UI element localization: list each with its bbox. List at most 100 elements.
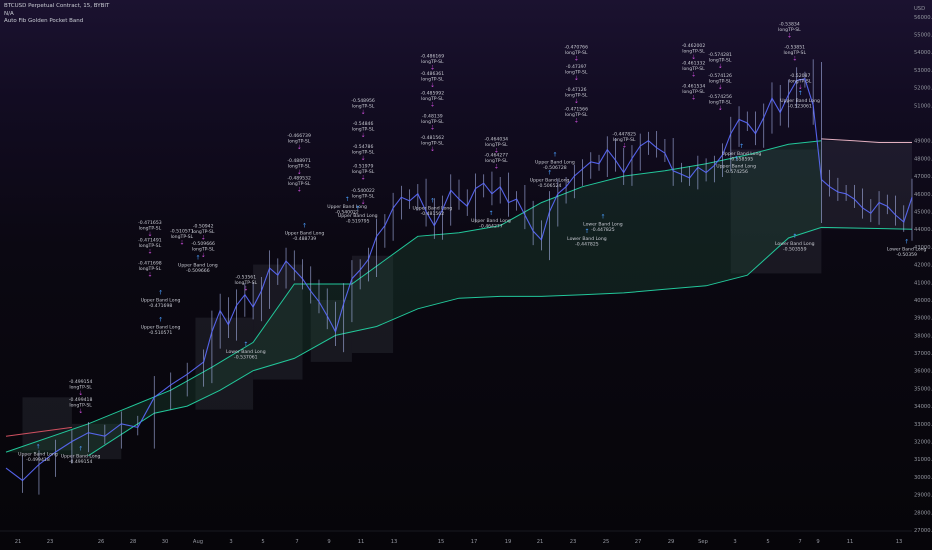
x-tick-label: 23 — [47, 539, 54, 545]
signal-value-label: -0.503559 — [783, 247, 807, 253]
signal-value-label: -0.574281 — [708, 52, 732, 58]
signal-value-label: -0.574256 — [724, 169, 748, 175]
signal-value-label: -0.464034 — [485, 137, 509, 143]
down-arrow-icon: ⇣ — [622, 142, 627, 149]
signal-sl-28: -0.485992longTP-SL⇣ — [421, 91, 445, 109]
signal-value-label: -0.50359 — [896, 252, 917, 258]
x-tick-label: 3 — [733, 539, 736, 545]
x-tick-label: 9 — [327, 539, 330, 545]
signal-value-label: -0.447825 — [612, 131, 636, 137]
x-tick-label: 7 — [295, 539, 298, 545]
down-arrow-icon: ⇣ — [718, 84, 723, 91]
up-arrow-icon: ↑ — [195, 254, 200, 261]
signal-sl-41: -0.447825longTP-SL⇣ — [612, 131, 636, 149]
signal-text-label: Upper Band Long — [18, 452, 58, 458]
x-tick-label: 5 — [261, 539, 264, 545]
signal-value-label: -0.485992 — [421, 91, 445, 97]
x-tick-label: 23 — [570, 539, 577, 545]
y-tick-label: 41000.0 — [914, 280, 932, 286]
y-tick-label: 32000.0 — [914, 440, 932, 446]
signal-value-label: -0.464277 — [479, 224, 503, 230]
signal-value-label: -0.519795 — [346, 218, 370, 224]
price-chart[interactable]: -0.499154longTP-SL⇣-0.499418longTP-SL⇣↑U… — [0, 0, 932, 550]
signal-value-label: -0.447825 — [575, 241, 599, 247]
signal-value-label: -0.574126 — [708, 73, 732, 79]
legend-symbol[interactable]: BTCUSD Perpetual Contract, 15, BYBIT — [4, 3, 109, 11]
signal-sl-23: -0.540022longTP-SL⇣ — [351, 188, 375, 206]
signal-long-39: ↑Upper Band Long-0.506728 — [535, 152, 575, 172]
legend-indicator-2[interactable]: Auto Fib Golden Pocket Band — [4, 18, 109, 26]
y-tick-label: 39000.0 — [914, 316, 932, 322]
signal-sl-1: -0.499418longTP-SL⇣ — [69, 397, 93, 415]
y-tick-label: 42000.0 — [914, 263, 932, 269]
x-tick-label: 3 — [229, 539, 232, 545]
up-arrow-icon: ↑ — [430, 198, 435, 205]
up-arrow-icon: ↑ — [798, 90, 803, 97]
signal-value-label: -0.461534 — [682, 84, 706, 90]
signal-value-label: -0.471566 — [564, 107, 588, 113]
signal-value-label: -0.471491 — [138, 238, 162, 244]
chart-root[interactable]: -0.499154 longTP-SL ⇣ -0.499418 longTP-SL ⇣ ↑ U… — [0, 0, 932, 550]
down-arrow-icon: ⇣ — [430, 102, 435, 109]
y-tick-label: 34000.0 — [914, 404, 932, 410]
x-tick-label: 21 — [537, 539, 544, 545]
signal-value-label: -0.462002 — [682, 43, 706, 49]
signal-sl-44: -0.462002longTP-SL⇣ — [682, 43, 706, 61]
x-tick-label: 21 — [15, 539, 22, 545]
signal-text-label: Upper Band Long — [327, 204, 367, 210]
signal-sl-46: -0.461534longTP-SL⇣ — [682, 84, 706, 102]
x-tick-label: 29 — [668, 539, 675, 545]
y-tick-label: 37000.0 — [914, 351, 932, 357]
signal-value-label: -0.574256 — [708, 94, 732, 100]
signal-value-label: -0.499418 — [26, 457, 50, 463]
signal-value-label: -0.523061 — [788, 103, 812, 109]
up-arrow-icon: ↑ — [547, 169, 552, 176]
signal-long-8: ↑Upper Band Long-0.471698 — [141, 290, 181, 310]
signal-text-label: Upper Band Long — [141, 324, 181, 330]
signal-sl-9: -0.510571longTP-SL⇣ — [170, 229, 194, 247]
legend-indicator-1[interactable]: N/A — [4, 11, 109, 19]
down-arrow-icon: ⇣ — [691, 95, 696, 102]
up-arrow-icon: ↑ — [355, 205, 360, 212]
legend: BTCUSD Perpetual Contract, 15, BYBIT N/A… — [4, 3, 109, 26]
down-arrow-icon: ⇣ — [494, 164, 499, 171]
x-tick-label: 13 — [896, 539, 903, 545]
up-arrow-icon: ↑ — [158, 290, 163, 297]
signal-long-40: ↑Upper Band Long-0.506524 — [530, 169, 570, 189]
signal-text-label: Upper Band Long — [61, 453, 101, 459]
signal-sl-53: -0.53851longTP-SL⇣ — [783, 45, 806, 63]
down-arrow-icon: ⇣ — [147, 272, 152, 279]
signal-value-label: -0.489532 — [287, 176, 311, 182]
y-tick-label: 46000.0 — [914, 192, 932, 198]
down-arrow-icon: ⇣ — [147, 231, 152, 238]
signal-long-7: ↑Upper Band Long-0.510571 — [141, 316, 181, 336]
x-tick-label: Aug — [193, 539, 203, 545]
down-arrow-icon: ⇣ — [430, 125, 435, 132]
x-tick-label: 28 — [130, 539, 137, 545]
signal-value-label: -0.53561 — [235, 275, 256, 281]
signal-value-label: -0.537061 — [234, 355, 258, 361]
up-arrow-icon: ↑ — [792, 233, 797, 240]
signal-value-label: -0.540022 — [351, 188, 375, 194]
signal-text-label: Upper Band Long — [412, 206, 452, 212]
down-arrow-icon: ⇣ — [574, 98, 579, 105]
x-tick-label: 17 — [471, 539, 478, 545]
down-arrow-icon: ⇣ — [297, 169, 302, 176]
signal-value-label: -0.461332 — [682, 61, 706, 67]
signal-sl-45: -0.461332longTP-SL⇣ — [682, 61, 706, 79]
x-tick-label: 9 — [816, 539, 819, 545]
y-tick-label: 33000.0 — [914, 422, 932, 428]
signal-value-label: -0.53851 — [784, 45, 805, 51]
down-arrow-icon: ⇣ — [78, 408, 83, 415]
y-tick-label: 55000.0 — [914, 33, 932, 39]
signal-value-label: -0.481562 — [421, 211, 445, 217]
up-arrow-icon: ↑ — [35, 444, 40, 451]
signal-value-label: -0.499418 — [69, 397, 93, 403]
x-tick-label: 13 — [391, 539, 398, 545]
down-arrow-icon: ⇣ — [574, 56, 579, 63]
up-arrow-icon: ↑ — [734, 155, 739, 162]
x-tick-label: 15 — [438, 539, 445, 545]
down-arrow-icon: ⇣ — [297, 187, 302, 194]
y-tick-label: 53000.0 — [914, 68, 932, 74]
x-tick-label: 25 — [603, 539, 610, 545]
